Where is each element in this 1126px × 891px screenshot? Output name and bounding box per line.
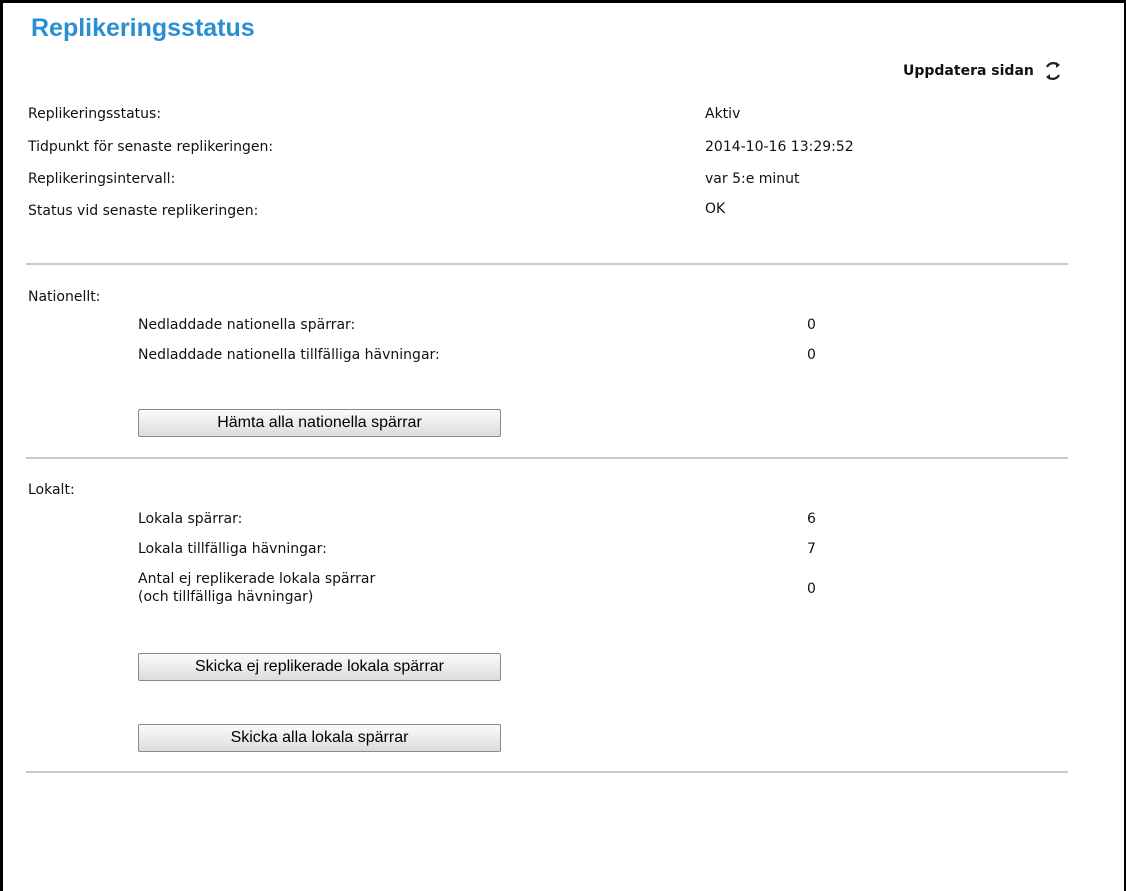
national-lifts-label: Nedladdade nationella tillfälliga hävnin…	[138, 347, 440, 363]
refresh-label: Uppdatera sidan	[903, 63, 1034, 79]
status-value-last-status: OK	[705, 201, 726, 217]
page-title: Replikeringsstatus	[31, 14, 255, 42]
status-label-last-time: Tidpunkt för senaste replikeringen:	[28, 139, 274, 155]
local-unreplicated-value: 0	[807, 581, 816, 597]
divider	[26, 263, 1068, 265]
refresh-button[interactable]: Uppdatera sidan	[903, 60, 1064, 82]
local-unreplicated-label-sub: (och tillfälliga hävningar)	[138, 589, 314, 605]
local-blocks-label: Lokala spärrar:	[138, 511, 243, 527]
send-unreplicated-local-blocks-button[interactable]: Skicka ej replikerade lokala spärrar	[138, 653, 501, 681]
local-lifts-label: Lokala tillfälliga hävningar:	[138, 541, 327, 557]
national-heading: Nationellt:	[28, 289, 101, 305]
status-label-last-status: Status vid senaste replikeringen:	[28, 203, 259, 219]
local-heading: Lokalt:	[28, 482, 75, 498]
refresh-icon	[1042, 60, 1064, 82]
status-label-replication: Replikeringsstatus:	[28, 106, 162, 122]
fetch-national-blocks-button[interactable]: Hämta alla nationella spärrar	[138, 409, 501, 437]
window-frame	[0, 0, 1126, 891]
national-blocks-label: Nedladdade nationella spärrar:	[138, 317, 356, 333]
status-value-replication: Aktiv	[705, 106, 741, 122]
divider	[26, 771, 1068, 773]
local-blocks-value: 6	[807, 511, 816, 527]
divider	[26, 457, 1068, 459]
local-unreplicated-label: Antal ej replikerade lokala spärrar	[138, 571, 376, 587]
status-value-last-time: 2014-10-16 13:29:52	[705, 139, 854, 155]
send-all-local-blocks-button[interactable]: Skicka alla lokala spärrar	[138, 724, 501, 752]
status-label-interval: Replikeringsintervall:	[28, 171, 176, 187]
status-value-interval: var 5:e minut	[705, 171, 800, 187]
national-blocks-value: 0	[807, 317, 816, 333]
local-lifts-value: 7	[807, 541, 816, 557]
national-lifts-value: 0	[807, 347, 816, 363]
